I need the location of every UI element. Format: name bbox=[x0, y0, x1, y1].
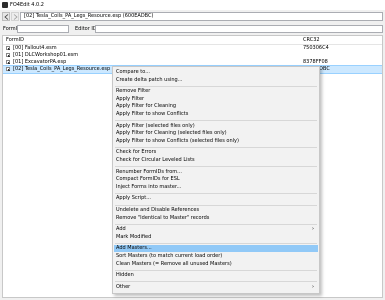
menu-item-label: Apply Script... bbox=[116, 195, 151, 202]
app-icon bbox=[2, 2, 8, 8]
menu-item-mark-modified[interactable]: Mark Modified bbox=[114, 234, 318, 241]
menu-item-label: Mark Modified bbox=[116, 233, 152, 240]
expand-icon[interactable] bbox=[6, 67, 10, 71]
menu-item-label: Sort Masters (to match current load orde… bbox=[116, 253, 223, 259]
menu-item-compare-to[interactable]: Compare to... bbox=[114, 69, 318, 76]
menu-item-label: Apply Filter to show Conflicts bbox=[116, 111, 189, 117]
menu-item-undelete-and-disable-references[interactable]: Undelete and Disable References bbox=[114, 207, 318, 214]
submenu-arrow-icon: › bbox=[312, 226, 314, 233]
menu-item-apply-filter-selected-files-only[interactable]: Apply Filter (selected files only) bbox=[114, 123, 318, 130]
menu-item-label: Remove "Identical to Master" records bbox=[116, 214, 210, 221]
menu-item-inject-forms-into-master[interactable]: Inject Forms into master... bbox=[114, 184, 318, 191]
expand-icon[interactable] bbox=[6, 53, 10, 57]
menu-separator bbox=[115, 223, 317, 225]
menu-item-add[interactable]: Add › bbox=[114, 226, 318, 233]
tree-row[interactable]: [01] ExcavatorPA.esp 8378FF08 bbox=[3, 59, 382, 66]
menu-item-label: Apply Filter bbox=[116, 95, 145, 102]
tree-row[interactable]: [00] Fallout4.esm 750306C4 bbox=[3, 45, 382, 52]
back-button[interactable] bbox=[2, 12, 10, 21]
menu-item-renumber-formids-from[interactable]: Renumber FormIDs from... bbox=[114, 169, 318, 176]
column-header-formid[interactable]: FormID bbox=[6, 37, 24, 43]
menu-item-sort-masters-to-match-current-load-order[interactable]: Sort Masters (to match current load orde… bbox=[114, 253, 318, 260]
title-bar bbox=[0, 0, 385, 10]
menu-item-label: Apply Filter to show Conflicts (selected… bbox=[116, 137, 239, 144]
menu-item-apply-filter-for-cleaning[interactable]: Apply Filter for Cleaning bbox=[114, 103, 318, 110]
expand-icon[interactable] bbox=[6, 46, 10, 50]
menu-item-label: Renumber FormIDs from... bbox=[116, 168, 182, 175]
tree-row-name: [02] Tesla_Coils_PA_Legs_Resource.esp bbox=[13, 66, 111, 72]
menu-item-label: Add bbox=[116, 226, 126, 233]
menu-item-add-masters[interactable]: Add Masters... bbox=[114, 245, 318, 253]
menu-item-clean-masters-remove-all-unused-masters[interactable]: Clean Masters (= Remove all unused Maste… bbox=[114, 261, 318, 268]
menu-item-label: Hidden bbox=[116, 272, 134, 279]
arrow-right-icon bbox=[13, 14, 18, 20]
menu-item-check-for-errors[interactable]: Check for Errors bbox=[114, 149, 318, 156]
menu-item-label: Compare to... bbox=[116, 69, 150, 75]
menu-item-hidden[interactable]: Hidden bbox=[114, 272, 318, 279]
tree-row-crc: 8378FF08 bbox=[303, 59, 328, 65]
menu-separator bbox=[115, 281, 317, 283]
menu-item-label: Inject Forms into master... bbox=[116, 183, 182, 190]
menu-separator bbox=[115, 85, 317, 87]
tree-row[interactable]: [01] DLCWorkshop01.esm bbox=[3, 52, 382, 59]
menu-item-label: Undelete and Disable References bbox=[116, 207, 200, 213]
menu-item-other[interactable]: Other › bbox=[114, 284, 318, 291]
tree-row-name: [01] ExcavatorPA.esp bbox=[13, 59, 67, 65]
menu-item-compact-formids-for-esl[interactable]: Compact FormIDs for ESL bbox=[114, 176, 318, 183]
menu-item-label: Check for Errors bbox=[116, 149, 157, 156]
menu-item-label: Other bbox=[116, 283, 131, 290]
menu-item-apply-filter[interactable]: Apply Filter bbox=[114, 96, 318, 103]
tree-row-crc: 750306C4 bbox=[303, 45, 329, 51]
menu-item-label: Clean Masters (= Remove all unused Maste… bbox=[116, 260, 232, 267]
menu-item-label: Apply Filter for Cleaning (selected file… bbox=[116, 130, 227, 137]
menu-item-create-delta-patch-using[interactable]: Create delta patch using... bbox=[114, 77, 318, 84]
tree-row-name: [00] Fallout4.esm bbox=[13, 45, 57, 51]
menu-item-apply-filter-for-cleaning-selected-files-only[interactable]: Apply Filter for Cleaning (selected file… bbox=[114, 130, 318, 137]
menu-separator bbox=[115, 204, 317, 206]
menu-separator bbox=[115, 146, 317, 148]
editorid-label: Editor ID bbox=[75, 26, 97, 32]
tree-header: FormID CRC32 bbox=[3, 36, 382, 45]
menu-item-remove-filter[interactable]: Remove Filter bbox=[114, 88, 318, 95]
column-header-crc32[interactable]: CRC32 bbox=[303, 37, 320, 43]
menu-separator bbox=[115, 242, 317, 244]
selected-path-field[interactable]: [02] Tesla_Coils_PA_Legs_Resource.esp (6… bbox=[20, 12, 383, 21]
menu-item-label: Create delta patch using... bbox=[116, 76, 183, 83]
tree-row-name: [01] DLCWorkshop01.esm bbox=[13, 52, 79, 58]
menu-item-apply-filter-to-show-conflicts[interactable]: Apply Filter to show Conflicts bbox=[114, 111, 318, 118]
menu-item-check-for-circular-leveled-lists[interactable]: Check for Circular Leveled Lists bbox=[114, 157, 318, 164]
menu-item-label: Apply Filter for Cleaning bbox=[116, 103, 177, 110]
editorid-search-input[interactable] bbox=[95, 25, 383, 33]
window-title: FO4Edit 4.0.2 bbox=[10, 2, 44, 8]
formid-search-input[interactable] bbox=[17, 25, 69, 33]
menu-item-label: Check for Circular Leveled Lists bbox=[116, 157, 195, 163]
expand-icon[interactable] bbox=[6, 60, 10, 64]
menu-item-label: Compact FormIDs for ESL bbox=[116, 176, 180, 183]
menu-item-label: Remove Filter bbox=[116, 88, 151, 95]
menu-item-label: Apply Filter (selected files only) bbox=[116, 122, 195, 129]
arrow-left-icon bbox=[4, 14, 9, 20]
context-menu: Compare to... Create delta patch using...… bbox=[112, 66, 320, 294]
menu-separator bbox=[115, 192, 317, 194]
menu-item-label: Add Masters... bbox=[116, 245, 152, 252]
menu-separator bbox=[115, 166, 317, 168]
menu-item-apply-filter-to-show-conflicts-selected-files-only[interactable]: Apply Filter to show Conflicts (selected… bbox=[114, 138, 318, 145]
menu-separator bbox=[115, 120, 317, 122]
menu-separator bbox=[115, 269, 317, 271]
menu-item-remove-identical-to-master-records[interactable]: Remove "Identical to Master" records bbox=[114, 215, 318, 222]
forward-button[interactable] bbox=[11, 12, 19, 21]
submenu-arrow-icon: › bbox=[312, 283, 314, 290]
menu-item-apply-script[interactable]: Apply Script... bbox=[114, 195, 318, 202]
